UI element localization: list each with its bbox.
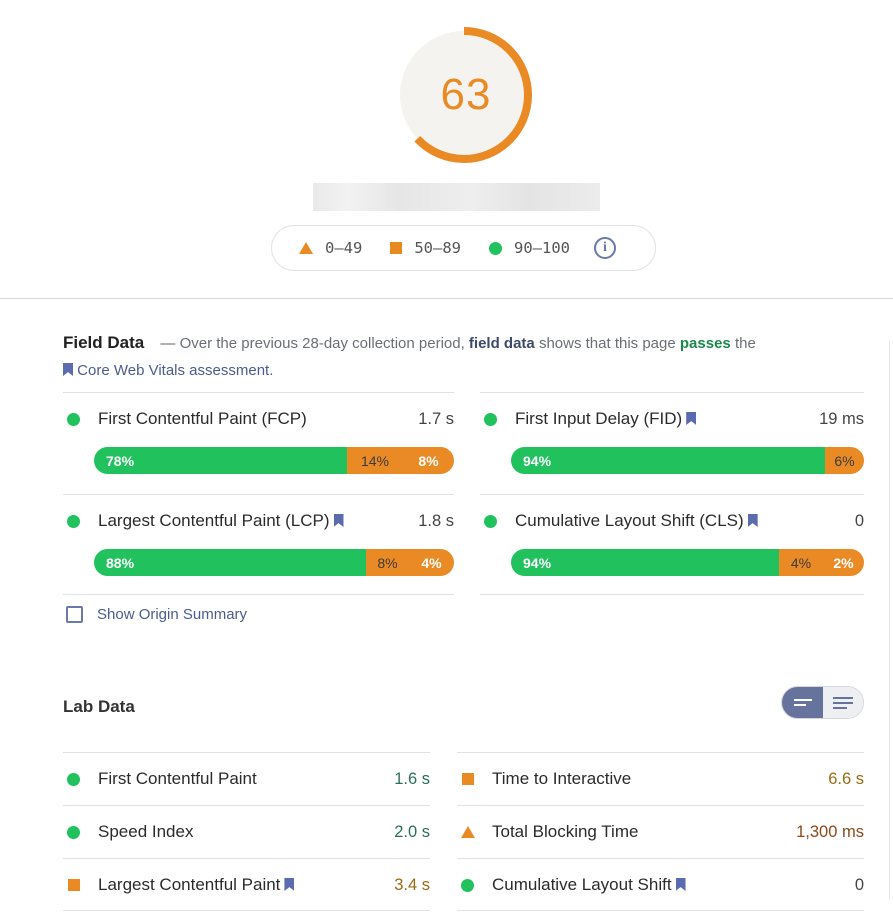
- expanded-view-button[interactable]: [823, 687, 863, 718]
- field-data-desc-2: shows that this page: [538, 335, 676, 352]
- passes-text: passes: [679, 335, 731, 352]
- lab-metric-value: 3.4 s: [394, 875, 430, 894]
- pass-circle-icon: [67, 825, 80, 839]
- info-icon[interactable]: i: [594, 237, 616, 259]
- lab-divider: [63, 910, 430, 911]
- show-origin-summary[interactable]: Show Origin Summary: [66, 606, 247, 623]
- expanded-list-icon: [833, 694, 853, 712]
- metric-value: 0: [854, 511, 864, 530]
- legend-item-pass: 90–100: [489, 239, 570, 257]
- pass-circle-icon: [67, 514, 80, 528]
- lab-metric-cumulative-layout-shift: Cumulative Layout Shift 0: [457, 858, 864, 911]
- pass-circle-icon: [461, 878, 474, 892]
- distribution-average: 14%: [347, 447, 403, 474]
- lab-metric-name: Total Blocking Time: [492, 822, 639, 841]
- field-metric-fid: First Input Delay (FID) 19 ms 94% 6%: [480, 392, 864, 494]
- legend-label-pass: 90–100: [514, 239, 570, 257]
- circle-icon: [489, 241, 502, 255]
- metric-value: 1.7 s: [418, 409, 454, 428]
- distribution-bar: 78% 14% 8%: [94, 447, 454, 474]
- compact-view-button[interactable]: [782, 687, 823, 718]
- bookmark-icon: [675, 878, 686, 891]
- lab-metric-value: 1,300 ms: [796, 822, 864, 841]
- lab-metric-name: Speed Index: [98, 822, 194, 841]
- panel-edge: [889, 340, 890, 900]
- pass-circle-icon: [67, 772, 80, 786]
- core-web-vitals-link[interactable]: Core Web Vitals assessment.: [77, 362, 273, 379]
- field-data-desc-1: Over the previous 28-day collection peri…: [179, 335, 465, 352]
- average-square-icon: [461, 773, 474, 785]
- lab-metric-value: 2.0 s: [394, 822, 430, 841]
- lab-metric-name: Largest Contentful Paint: [98, 875, 295, 895]
- square-icon: [390, 242, 403, 254]
- average-square-icon: [67, 879, 80, 891]
- metric-name: First Input Delay (FID): [515, 409, 697, 429]
- pass-circle-icon: [484, 412, 497, 426]
- distribution-bar: 94% 6%: [511, 447, 864, 474]
- distribution-poor: 6%: [825, 447, 864, 474]
- distribution-good: 94%: [511, 549, 779, 576]
- section-divider: [0, 298, 893, 299]
- metric-value: 19 ms: [819, 409, 864, 428]
- lab-metric-first-contentful-paint: First Contentful Paint 1.6 s: [63, 752, 430, 805]
- compact-list-icon: [793, 696, 812, 709]
- legend-item-average: 50–89: [390, 239, 461, 257]
- lab-metric-time-to-interactive: Time to Interactive 6.6 s: [457, 752, 864, 805]
- redacted-url: [313, 183, 600, 211]
- legend-item-fail: 0–49: [299, 239, 362, 257]
- lab-metric-total-blocking-time: Total Blocking Time 1,300 ms: [457, 805, 864, 858]
- metric-divider: [63, 594, 454, 595]
- pass-circle-icon: [484, 514, 497, 528]
- legend-label-average: 50–89: [414, 239, 461, 257]
- lab-metric-value: 6.6 s: [828, 769, 864, 788]
- metric-name: Cumulative Layout Shift (CLS): [515, 511, 758, 531]
- metric-value: 1.8 s: [418, 511, 454, 530]
- distribution-poor: 2%: [823, 549, 864, 576]
- lab-metric-name: Cumulative Layout Shift: [492, 875, 686, 895]
- lab-data-title: Lab Data: [63, 697, 135, 716]
- field-metric-lcp: Largest Contentful Paint (LCP) 1.8 s 88%…: [63, 494, 454, 594]
- distribution-bar: 88% 8% 4%: [94, 549, 454, 576]
- distribution-average: 8%: [366, 549, 409, 576]
- bookmark-icon: [284, 878, 295, 891]
- performance-score-value: 63: [440, 70, 492, 119]
- lab-metric-name: First Contentful Paint: [98, 769, 257, 788]
- score-legend: 0–49 50–89 90–100 i: [271, 225, 656, 271]
- distribution-bar: 94% 4% 2%: [511, 549, 864, 576]
- metric-divider: [480, 594, 864, 595]
- lab-divider: [457, 910, 864, 911]
- distribution-poor: 8%: [403, 447, 454, 474]
- field-data-dash: —: [160, 335, 176, 352]
- performance-score-gauge: 63: [395, 26, 533, 164]
- bookmark-icon: [63, 363, 73, 376]
- bookmark-icon: [747, 514, 758, 527]
- field-data-desc-strong: field data: [468, 335, 535, 352]
- triangle-icon: [299, 242, 313, 254]
- origin-summary-label[interactable]: Show Origin Summary: [97, 606, 247, 623]
- distribution-good: 94%: [511, 447, 825, 474]
- field-data-desc-3: the: [734, 335, 756, 352]
- view-toggle[interactable]: [781, 686, 864, 719]
- field-data-header: Field Data — Over the previous 28-day co…: [63, 329, 823, 384]
- fail-triangle-icon: [460, 826, 475, 838]
- bookmark-icon: [686, 412, 697, 425]
- legend-label-fail: 0–49: [325, 239, 363, 257]
- lab-metric-name: Time to Interactive: [492, 769, 632, 788]
- lab-metric-value: 0: [854, 875, 864, 894]
- lab-metric-largest-contentful-paint: Largest Contentful Paint 3.4 s: [63, 858, 430, 911]
- lab-metric-value: 1.6 s: [394, 769, 430, 788]
- field-metric-fcp: First Contentful Paint (FCP) 1.7 s 78% 1…: [63, 392, 454, 494]
- distribution-good: 88%: [94, 549, 366, 576]
- distribution-average: 4%: [779, 549, 823, 576]
- distribution-good: 78%: [94, 447, 347, 474]
- distribution-poor: 4%: [409, 549, 454, 576]
- origin-summary-checkbox[interactable]: [66, 606, 83, 623]
- field-data-title: Field Data: [63, 333, 145, 352]
- metric-name: Largest Contentful Paint (LCP): [98, 511, 344, 531]
- lab-metric-speed-index: Speed Index 2.0 s: [63, 805, 430, 858]
- metric-name: First Contentful Paint (FCP): [98, 409, 307, 428]
- pass-circle-icon: [67, 412, 80, 426]
- field-metric-cls: Cumulative Layout Shift (CLS) 0 94% 4% 2…: [480, 494, 864, 594]
- bookmark-icon: [333, 514, 344, 527]
